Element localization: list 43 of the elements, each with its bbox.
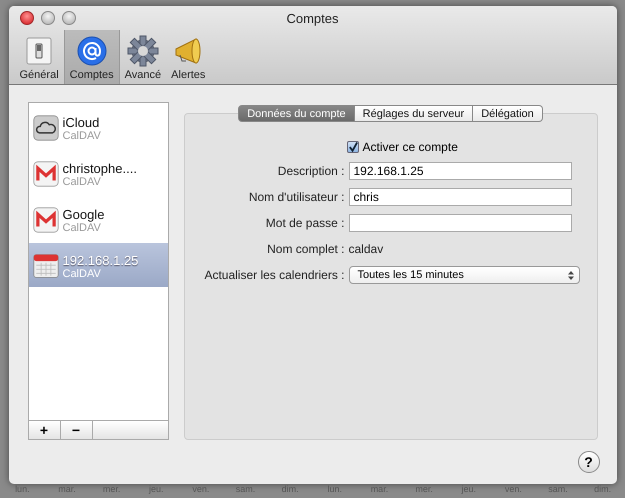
field-label: Mot de passe :	[264, 216, 346, 230]
account-type: CalDAV	[62, 176, 101, 188]
help-button[interactable]: ?	[578, 451, 600, 473]
account-item[interactable]: Google CalDAV	[28, 199, 168, 241]
checkbox[interactable]	[346, 141, 358, 153]
toolbar-button[interactable]: Comptes	[64, 30, 120, 84]
remove-button[interactable]: −	[60, 421, 92, 439]
field-label: Actualiser les calendriers :	[203, 268, 346, 282]
tab[interactable]: Réglages du serveur	[354, 105, 474, 122]
account-type: CalDAV	[62, 222, 101, 234]
window-title: Comptes	[286, 10, 339, 26]
account-type: CalDAV	[62, 130, 101, 142]
account-name: iCloud	[62, 114, 100, 130]
account-type: CalDAV	[62, 268, 102, 280]
checkbox-label: Activer ce compte	[362, 140, 458, 154]
account-name: christophe....	[62, 160, 137, 176]
input-field[interactable]: 192.168.1.25	[348, 162, 572, 180]
account-item[interactable]: iCloud CalDAV	[28, 107, 168, 149]
add-button[interactable]: +	[28, 421, 60, 439]
zoom-icon[interactable]	[62, 11, 76, 25]
field-label: Description :	[276, 164, 346, 178]
minimize-icon[interactable]	[40, 11, 54, 25]
toolbar-button[interactable]: Général	[14, 30, 64, 84]
password-field[interactable]	[348, 214, 572, 232]
field-label: Nom complet :	[266, 242, 346, 256]
envelope-icon	[32, 207, 58, 233]
close-icon[interactable]	[20, 11, 34, 25]
toolbar-button[interactable]: Avancé	[120, 30, 166, 84]
field-value: caldav	[348, 242, 384, 256]
account-item[interactable]: christophe.... CalDAV	[28, 153, 168, 195]
tab[interactable]: Délégation	[473, 105, 543, 122]
toolbar-button[interactable]: Alertes	[166, 30, 210, 84]
account-name: 192.168.1.25	[62, 252, 138, 268]
dropdown[interactable]: Toutes les 15 minutes	[348, 266, 580, 284]
account-name: Google	[62, 206, 104, 222]
cloud-icon	[32, 115, 58, 141]
field-label: Nom d'utilisateur :	[248, 190, 346, 204]
input-field[interactable]: chris	[348, 188, 572, 206]
stepper-arrows-icon	[568, 270, 574, 280]
envelope-icon	[32, 161, 58, 187]
calendar-icon	[32, 253, 58, 279]
at-sign-icon	[76, 35, 108, 67]
tab[interactable]: Données du compte	[238, 105, 355, 122]
